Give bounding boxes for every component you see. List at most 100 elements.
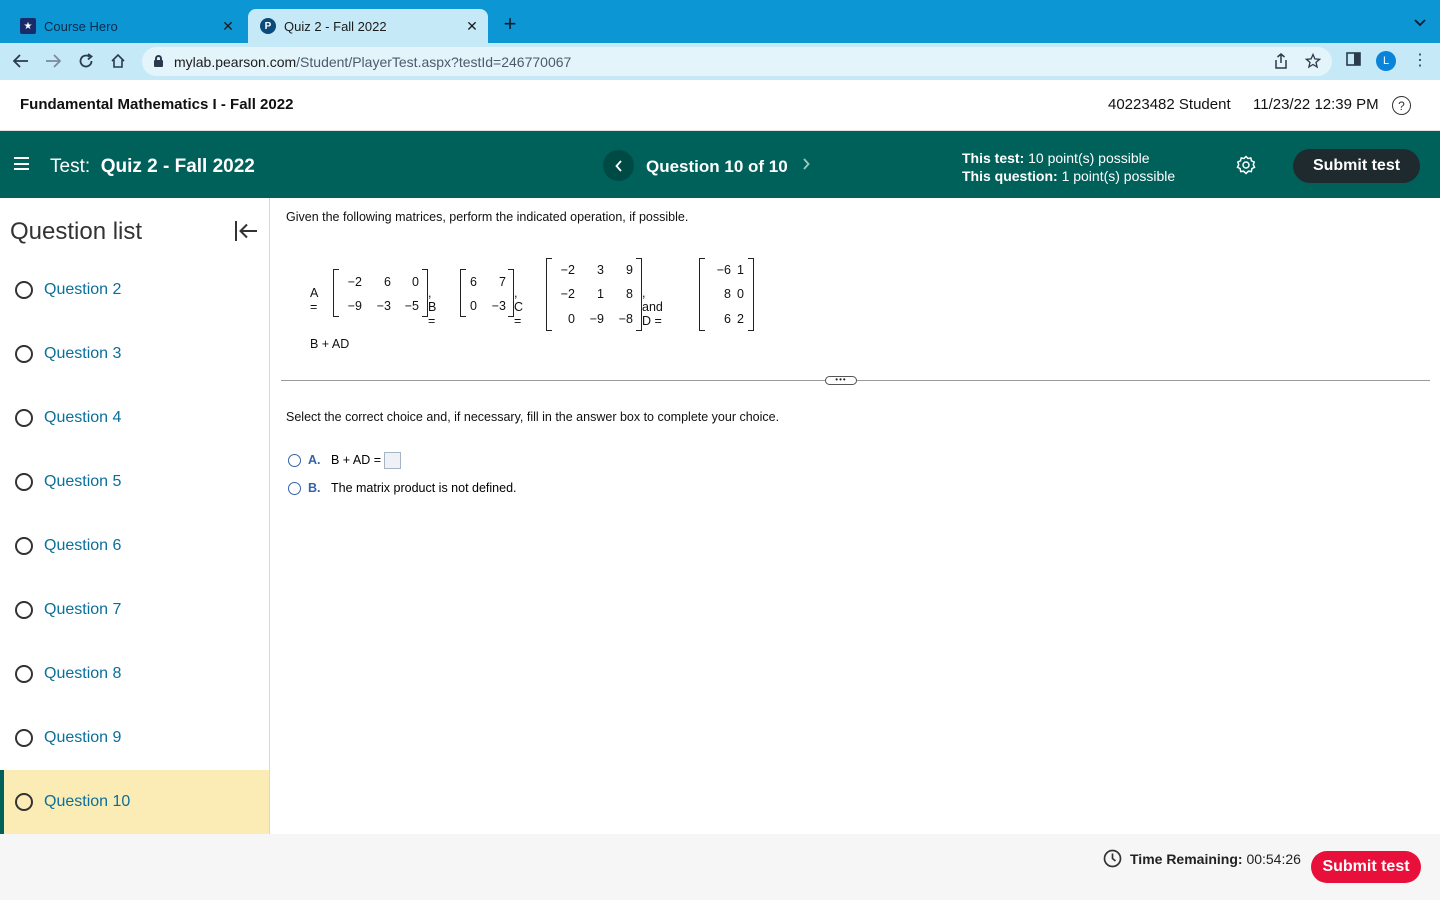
choice-letter: B.	[308, 481, 321, 495]
lock-icon	[154, 55, 163, 67]
back-arrow-icon[interactable]	[10, 50, 32, 72]
answer-input-box[interactable]	[384, 451, 402, 469]
student-id: 40223482 Student	[1108, 96, 1231, 113]
question-counter: Question 10 of 10	[646, 157, 788, 176]
browser-menu-icon[interactable]: ⋮	[1412, 50, 1428, 70]
settings-gear-icon[interactable]	[1236, 155, 1256, 175]
matrix-c-cell: 1	[597, 287, 604, 301]
share-icon[interactable]	[1274, 53, 1288, 72]
matrix-c-cell: 8	[626, 287, 633, 301]
tab-title: Course Hero	[44, 18, 118, 34]
question-list-sidebar: Question list Question 2 Question 3 Ques…	[0, 198, 270, 834]
browser-tab-quiz[interactable]: P Quiz 2 - Fall 2022 ✕	[248, 9, 488, 43]
matrix-a-label: A =	[310, 286, 318, 314]
bookmark-star-icon[interactable]	[1304, 52, 1322, 72]
collapse-sidebar-icon[interactable]	[234, 220, 258, 242]
matrix-a-left-bracket	[333, 269, 339, 317]
matrix-b-cell: −3	[491, 299, 506, 313]
tab-close-icon[interactable]: ✕	[218, 18, 238, 35]
submit-test-button-top[interactable]: Submit test	[1293, 149, 1420, 183]
sidebar-item-label: Question 8	[44, 665, 122, 682]
matrix-c-label: , C =	[514, 286, 524, 328]
matrix-a-cell: −3	[376, 299, 391, 313]
address-bar[interactable]: mylab.pearson.com/Student/PlayerTest.asp…	[142, 47, 1332, 76]
matrix-b-cell: 6	[470, 275, 477, 289]
sidebar-item-question-4[interactable]: Question 4	[0, 386, 269, 450]
sidebar-item-label: Question 2	[44, 281, 122, 298]
previous-question-button[interactable]	[603, 150, 634, 181]
matrix-c-cell: 0	[568, 312, 575, 326]
matrix-c-cell: −8	[618, 312, 633, 326]
question-status-radio	[15, 665, 33, 683]
test-title: Test: Quiz 2 - Fall 2022	[50, 156, 255, 177]
new-tab-button[interactable]: +	[498, 11, 522, 37]
points-info: This test: 10 point(s) possible This que…	[962, 150, 1176, 184]
tab-title: Quiz 2 - Fall 2022	[284, 18, 387, 34]
course-hero-favicon-icon: ★	[20, 18, 36, 34]
choice-b-radio[interactable]	[288, 481, 301, 495]
sidebar-item-label: Question 6	[44, 537, 122, 554]
sidebar-item-label: Question 5	[44, 473, 122, 490]
clock-icon	[1103, 849, 1122, 868]
matrix-b-label: , B =	[428, 286, 437, 328]
question-status-radio	[15, 601, 33, 619]
question-status-radio	[15, 409, 33, 427]
sidebar-item-label: Question 9	[44, 729, 122, 746]
submit-test-button-bottom[interactable]: Submit test	[1311, 851, 1421, 883]
matrix-a-cell: −5	[404, 299, 419, 313]
sidebar-item-question-8[interactable]: Question 8	[0, 642, 269, 706]
choice-b[interactable]: B. The matrix product is not defined.	[288, 480, 517, 496]
tab-search-chevron-icon[interactable]	[1414, 14, 1426, 30]
sidebar-item-question-5[interactable]: Question 5	[0, 450, 269, 514]
matrix-b-cell: 7	[499, 275, 506, 289]
sidebar-item-label: Question 3	[44, 345, 122, 362]
matrix-a-cell: −9	[347, 299, 362, 313]
side-panel-icon[interactable]	[1346, 52, 1361, 71]
sidebar-item-question-9[interactable]: Question 9	[0, 706, 269, 770]
browser-tab-strip: ★ Course Hero ✕ P Quiz 2 - Fall 2022 ✕ +	[0, 0, 1440, 43]
expand-more-button[interactable]: •••	[825, 376, 857, 385]
matrix-a-cell: 0	[412, 275, 419, 289]
sidebar-item-question-2[interactable]: Question 2	[0, 258, 269, 322]
question-list-title: Question list	[10, 218, 143, 245]
reload-icon[interactable]	[75, 50, 97, 72]
help-icon[interactable]: ?	[1392, 96, 1411, 115]
matrix-d-cell: 0	[737, 287, 744, 301]
browser-tab-course-hero[interactable]: ★ Course Hero ✕	[8, 9, 244, 43]
choice-letter: A.	[308, 453, 321, 467]
sidebar-item-label: Question 7	[44, 601, 122, 618]
matrix-c-cell: −9	[589, 312, 604, 326]
choice-b-text: The matrix product is not defined.	[331, 481, 517, 495]
matrix-d-cell: 1	[737, 263, 744, 277]
question-status-radio	[15, 473, 33, 491]
matrix-d-left-bracket	[699, 258, 705, 331]
menu-hamburger-icon[interactable]	[14, 157, 29, 170]
home-icon[interactable]	[107, 50, 129, 72]
matrix-c-cell: −2	[560, 287, 575, 301]
time-remaining: Time Remaining: 00:54:26	[1130, 851, 1301, 867]
question-status-radio	[15, 793, 33, 811]
sidebar-item-question-6[interactable]: Question 6	[0, 514, 269, 578]
question-status-radio	[15, 537, 33, 555]
test-footer: Time Remaining: 00:54:26 Submit test	[0, 834, 1440, 900]
choice-a[interactable]: A. B + AD =	[288, 451, 402, 469]
operation-expression: B + AD	[310, 337, 350, 351]
forward-arrow-icon[interactable]	[42, 50, 64, 72]
sidebar-item-question-7[interactable]: Question 7	[0, 578, 269, 642]
choice-a-radio[interactable]	[288, 453, 301, 467]
course-header: Fundamental Mathematics I - Fall 2022 40…	[0, 80, 1440, 131]
question-status-radio	[15, 281, 33, 299]
profile-avatar[interactable]: L	[1376, 51, 1396, 71]
sidebar-item-question-3[interactable]: Question 3	[0, 322, 269, 386]
matrix-a-cell: 6	[384, 275, 391, 289]
matrix-d-cell: 2	[737, 312, 744, 326]
sidebar-item-label: Question 10	[44, 793, 131, 810]
matrix-d-right-bracket	[748, 258, 754, 331]
matrix-d-label: , and D =	[642, 286, 663, 328]
tab-close-icon[interactable]: ✕	[462, 18, 482, 35]
matrix-a-cell: −2	[347, 275, 362, 289]
sidebar-item-question-10[interactable]: Question 10	[0, 770, 269, 834]
next-question-button[interactable]	[797, 157, 815, 174]
matrix-c-cell: 3	[597, 263, 604, 277]
time-remaining-value: 00:54:26	[1246, 851, 1301, 867]
